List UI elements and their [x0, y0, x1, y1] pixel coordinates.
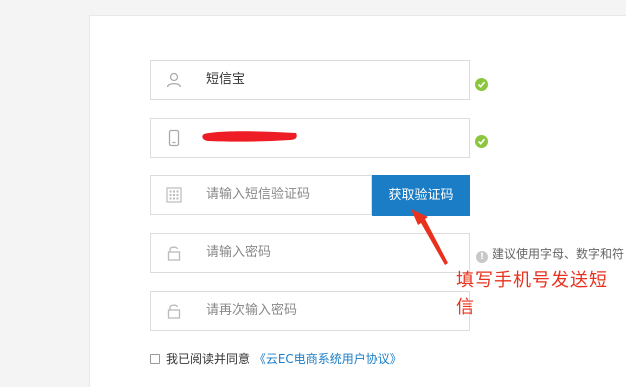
user-icon [165, 71, 183, 89]
phone-redaction-mark [202, 131, 297, 142]
password-hint: ! 建议使用字母、数字和符 [476, 245, 624, 263]
username-valid-icon [475, 78, 488, 91]
password-placeholder: 请输入密码 [206, 245, 272, 260]
agreement-checkbox[interactable] [150, 354, 160, 364]
password-hint-text: 建议使用字母、数字和符 [492, 247, 625, 261]
username-field[interactable]: 短信宝 [150, 60, 470, 100]
phone-icon [165, 129, 183, 147]
password-confirm-placeholder: 请再次输入密码 [206, 303, 298, 318]
agreement-label: 我已阅读并同意 [166, 352, 251, 366]
info-icon: ! [476, 251, 488, 263]
sms-code-placeholder: 请输入短信验证码 [206, 187, 311, 202]
agreement-row: 我已阅读并同意 《云EC电商系统用户协议》 [150, 350, 402, 367]
lock-icon [165, 244, 183, 262]
sms-code-field[interactable]: 请输入短信验证码 [150, 175, 372, 215]
annotation-text: 填写手机号发送短信 [456, 270, 608, 318]
phone-valid-icon [475, 135, 488, 148]
phone-field[interactable] [150, 118, 470, 158]
agreement-link[interactable]: 《云EC电商系统用户协议》 [254, 352, 402, 366]
username-value: 短信宝 [206, 72, 246, 87]
lock-icon [165, 302, 183, 320]
password-confirm-field[interactable]: 请再次输入密码 [150, 291, 470, 331]
annotation-arrow-icon [411, 209, 448, 265]
keypad-icon [165, 186, 183, 204]
